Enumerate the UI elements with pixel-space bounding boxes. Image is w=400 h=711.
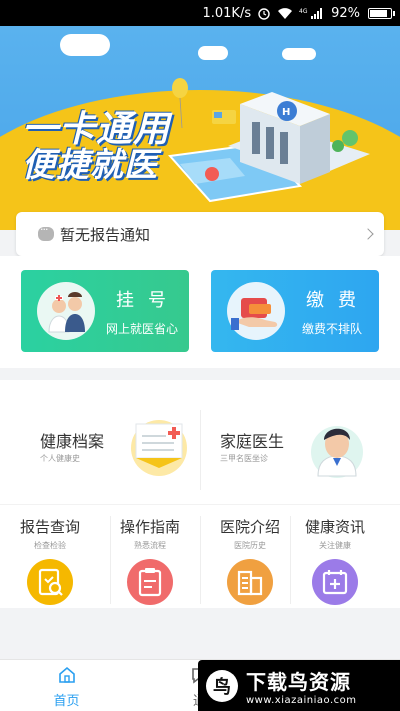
alarm-icon [257,6,271,20]
medical-record-icon [131,420,187,476]
nav-home-label: 首页 [53,694,80,709]
battery-icon [368,7,395,19]
quick-actions: 挂号 网上就医省心 缴费 缴费不排队 [0,256,400,368]
watermark-logo-icon: 鸟 [206,669,238,702]
service-grid: 报告查询 检查检验 操作指南 熟悉流程 医院介绍 医院历史 健康资讯 关注健康 [0,506,400,608]
family-doctor-tile[interactable]: 家庭医生 三甲名医坐诊 [200,380,400,492]
divider [0,504,400,505]
payment-title: 缴费 [306,289,370,311]
wallet-hand-icon [227,282,285,340]
chevron-right-icon [362,228,374,240]
svg-text:H: H [282,107,290,118]
wifi-icon [277,7,293,20]
nav-home[interactable]: 首页 [0,660,133,711]
home-icon [58,666,75,683]
calendar-plus-icon [312,559,358,605]
health-records-subtitle: 个人健康史 [40,454,80,463]
hospital-building-icon [227,559,273,605]
watermark-overlay: 鸟 下载鸟资源 www.xiazainiao.com [198,660,400,711]
feature-grid: 健康档案 个人健康史 家庭医生 三甲名医坐诊 报告查询 检查检验 操作指南 熟悉… [0,380,400,608]
message-bubble-icon [38,223,54,241]
doctors-avatar-icon [37,282,95,340]
health-news-title: 健康资讯 [304,518,365,536]
payment-card[interactable]: 缴费 缴费不排队 [211,270,379,352]
banner-slogan-line2: 便捷就医 [22,145,158,184]
svg-text:4G: 4G [299,8,308,15]
family-doctor-subtitle: 三甲名医坐诊 [220,454,268,463]
guide-tile[interactable]: 操作指南 熟悉流程 [100,506,200,608]
family-doctor-title: 家庭医生 [220,432,285,451]
health-records-title: 健康档案 [40,432,105,451]
notice-text: 暂无报告通知 [60,225,151,244]
battery-percent: 92% [331,5,360,21]
payment-subtitle: 缴费不排队 [301,321,362,336]
watermark-url: www.xiazainiao.com [246,694,357,706]
signal-icon: 4G [299,7,325,20]
register-title: 挂号 [116,289,180,311]
report-query-subtitle: 检查检验 [34,541,66,550]
guide-subtitle: 熟悉流程 [134,541,166,550]
health-news-subtitle: 关注健康 [319,541,351,550]
hero-banner[interactable]: H 一卡通用 便捷就医 [0,26,400,230]
health-records-tile[interactable]: 健康档案 个人健康史 [0,380,200,492]
doctor-avatar-icon [311,426,363,478]
watermark-title: 下载鸟资源 [246,669,351,694]
report-query-tile[interactable]: 报告查询 检查检验 [0,506,100,608]
report-notice-bar[interactable]: 暂无报告通知 [16,212,384,256]
report-search-icon [27,559,73,605]
health-news-tile[interactable]: 健康资讯 关注健康 [285,506,385,608]
guide-title: 操作指南 [119,518,180,536]
register-card[interactable]: 挂号 网上就医省心 [21,270,189,352]
network-speed: 1.01K/s [202,5,252,21]
register-subtitle: 网上就医省心 [105,321,178,336]
report-query-title: 报告查询 [19,518,80,536]
clipboard-icon [127,559,173,605]
status-bar: 1.01K/s 4G 92% [0,0,400,26]
